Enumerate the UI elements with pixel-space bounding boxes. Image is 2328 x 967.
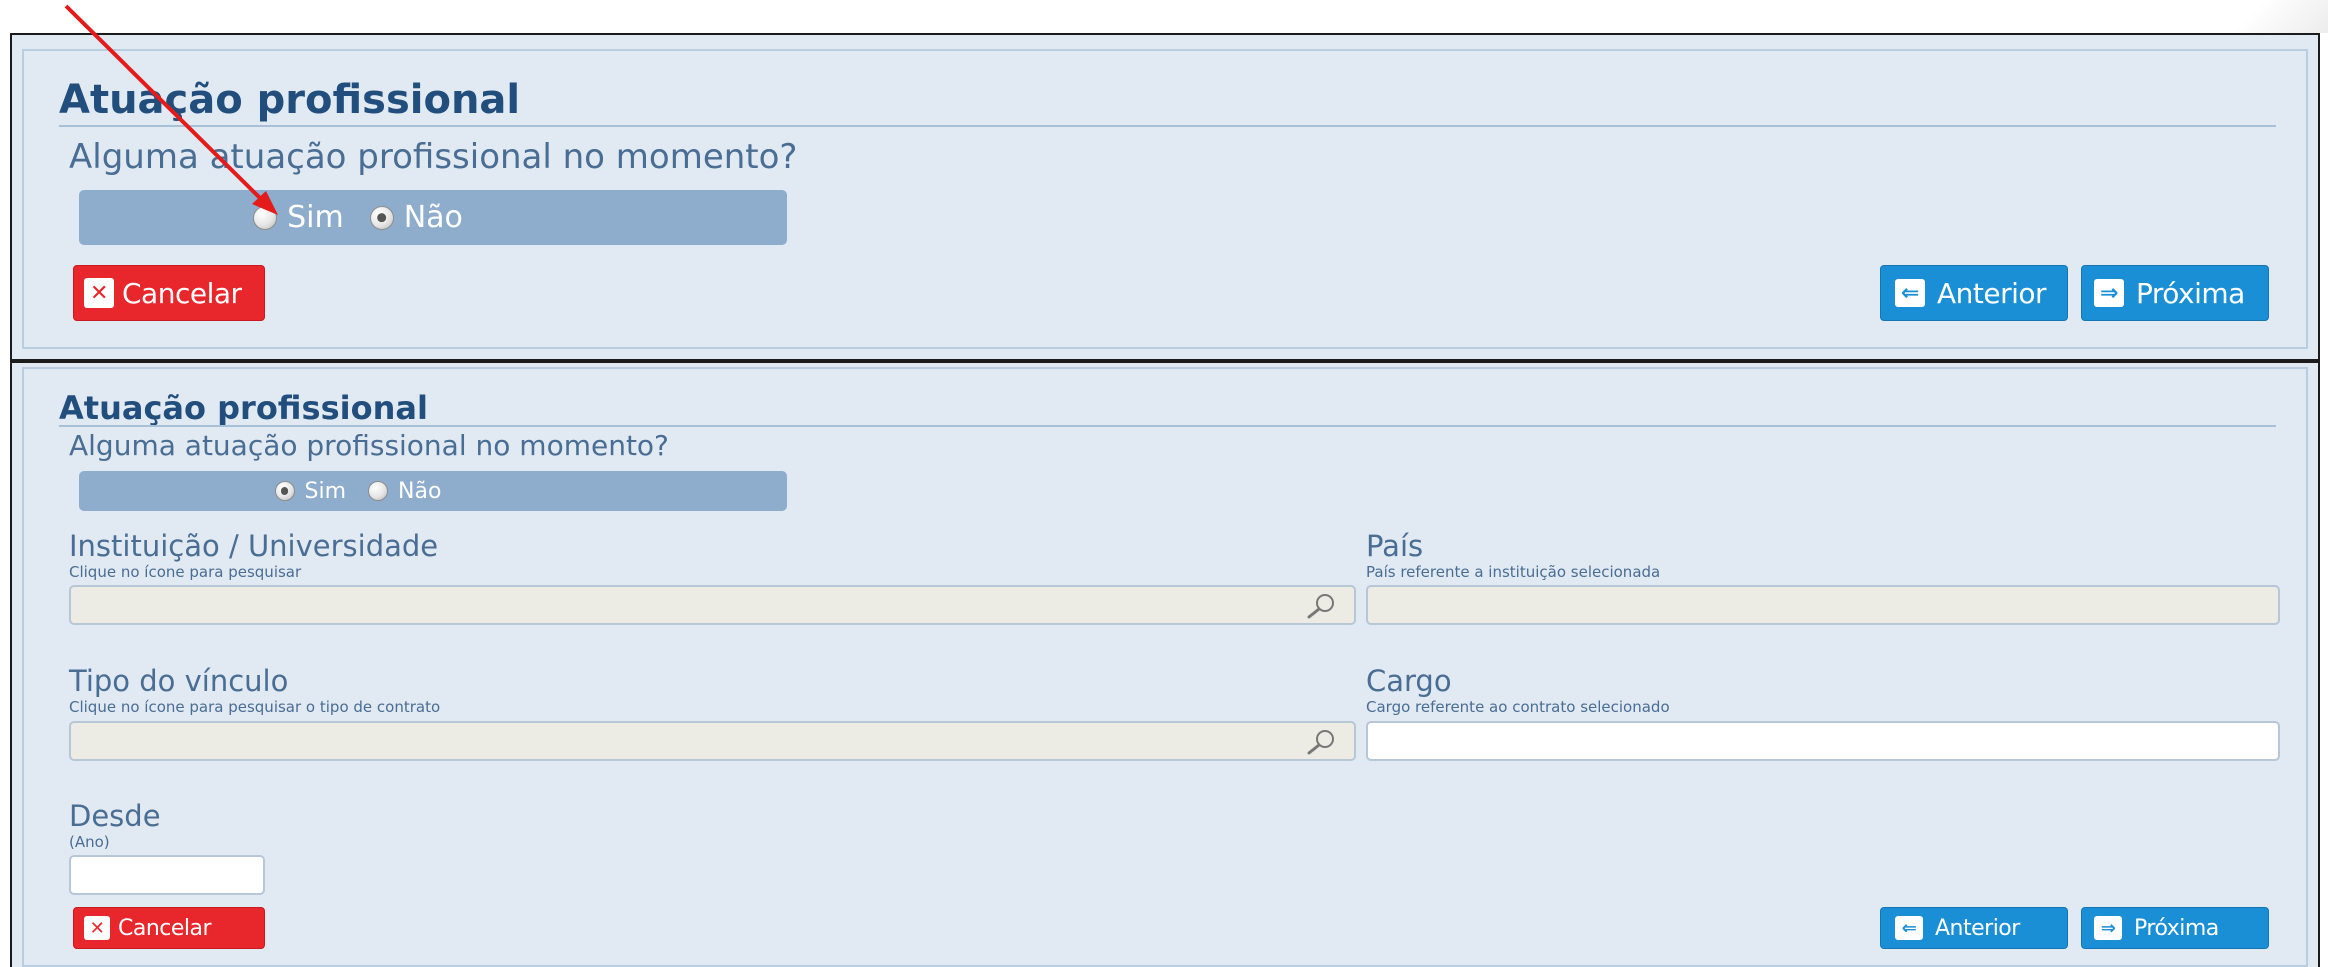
arrow-right-icon: ⇒ bbox=[2094, 916, 2122, 940]
previous-button[interactable]: ⇐ Anterior bbox=[1880, 265, 2068, 321]
next-button-label: Próxima bbox=[2134, 915, 2219, 941]
search-icon[interactable] bbox=[1304, 728, 1340, 756]
cargo-hint: Cargo referente ao contrato selecionado bbox=[1366, 698, 1670, 716]
radio-nao[interactable]: Não bbox=[368, 479, 441, 504]
title-divider bbox=[59, 125, 2276, 127]
title-divider bbox=[59, 425, 2276, 427]
previous-button-label: Anterior bbox=[1935, 915, 2020, 941]
desde-label: Desde bbox=[69, 799, 161, 833]
desde-hint: (Ano) bbox=[69, 833, 110, 851]
cancel-button-label: Cancelar bbox=[122, 276, 242, 310]
radio-sim-circle[interactable] bbox=[253, 205, 278, 230]
close-icon: ✕ bbox=[84, 916, 110, 940]
corner-decoration bbox=[2200, 0, 2328, 33]
radio-nao-circle[interactable] bbox=[368, 481, 389, 501]
question-text: Alguma atuação profissional no momento? bbox=[69, 429, 669, 462]
pais-label: País bbox=[1366, 529, 1424, 563]
desde-field[interactable] bbox=[69, 855, 265, 895]
radio-nao-label: Não bbox=[398, 478, 442, 504]
previous-button-label: Anterior bbox=[1937, 276, 2047, 310]
cargo-input[interactable] bbox=[1368, 723, 2278, 759]
desde-input[interactable] bbox=[71, 857, 263, 893]
next-button-label: Próxima bbox=[2136, 276, 2245, 310]
instituicao-label: Instituição / Universidade bbox=[69, 529, 439, 563]
pais-input[interactable] bbox=[1368, 587, 2278, 623]
cargo-field[interactable] bbox=[1366, 721, 2280, 761]
radio-nao-circle[interactable] bbox=[369, 205, 394, 230]
radio-sim[interactable]: Sim bbox=[274, 478, 347, 504]
arrow-left-icon: ⇐ bbox=[1895, 279, 1925, 307]
cancel-button-label: Cancelar bbox=[118, 915, 212, 941]
pais-field[interactable] bbox=[1366, 585, 2280, 625]
next-button[interactable]: ⇒ Próxima bbox=[2081, 265, 2269, 321]
question-text: Alguma atuação profissional no momento? bbox=[69, 137, 798, 177]
cancel-button[interactable]: ✕ Cancelar bbox=[73, 265, 265, 321]
instituicao-field[interactable] bbox=[69, 585, 1356, 625]
next-button[interactable]: ⇒ Próxima bbox=[2081, 907, 2269, 949]
search-icon[interactable] bbox=[1304, 592, 1340, 620]
cargo-label: Cargo bbox=[1366, 664, 1452, 698]
close-icon: ✕ bbox=[84, 278, 114, 308]
page-title: Atuação profissional bbox=[59, 77, 521, 123]
radio-group: Sim Não bbox=[79, 471, 787, 511]
radio-sim[interactable]: Sim bbox=[253, 200, 344, 235]
arrow-left-icon: ⇐ bbox=[1895, 916, 1923, 940]
tipo-vinculo-hint: Clique no ícone para pesquisar o tipo de… bbox=[69, 698, 441, 716]
arrow-right-icon: ⇒ bbox=[2094, 279, 2124, 307]
instituicao-hint: Clique no ícone para pesquisar bbox=[69, 563, 302, 581]
panel-bottom: Atuação profissional Alguma atuação prof… bbox=[10, 361, 2320, 967]
instituicao-input[interactable] bbox=[71, 587, 1354, 623]
tipo-vinculo-label: Tipo do vínculo bbox=[69, 664, 289, 698]
radio-sim-circle[interactable] bbox=[274, 481, 295, 501]
radio-sim-label: Sim bbox=[304, 478, 347, 504]
page-title: Atuação profissional bbox=[59, 389, 428, 427]
radio-sim-label: Sim bbox=[287, 200, 344, 235]
radio-nao[interactable]: Não bbox=[369, 200, 463, 235]
pais-hint: País referente a instituição selecionada bbox=[1366, 563, 1661, 581]
panel-top: Atuação profissional Alguma atuação prof… bbox=[10, 33, 2320, 361]
radio-nao-label: Não bbox=[403, 200, 463, 235]
radio-group: Sim Não bbox=[79, 190, 787, 245]
previous-button[interactable]: ⇐ Anterior bbox=[1880, 907, 2068, 949]
tipo-vinculo-input[interactable] bbox=[71, 723, 1354, 759]
tipo-vinculo-field[interactable] bbox=[69, 721, 1356, 761]
cancel-button[interactable]: ✕ Cancelar bbox=[73, 907, 265, 949]
